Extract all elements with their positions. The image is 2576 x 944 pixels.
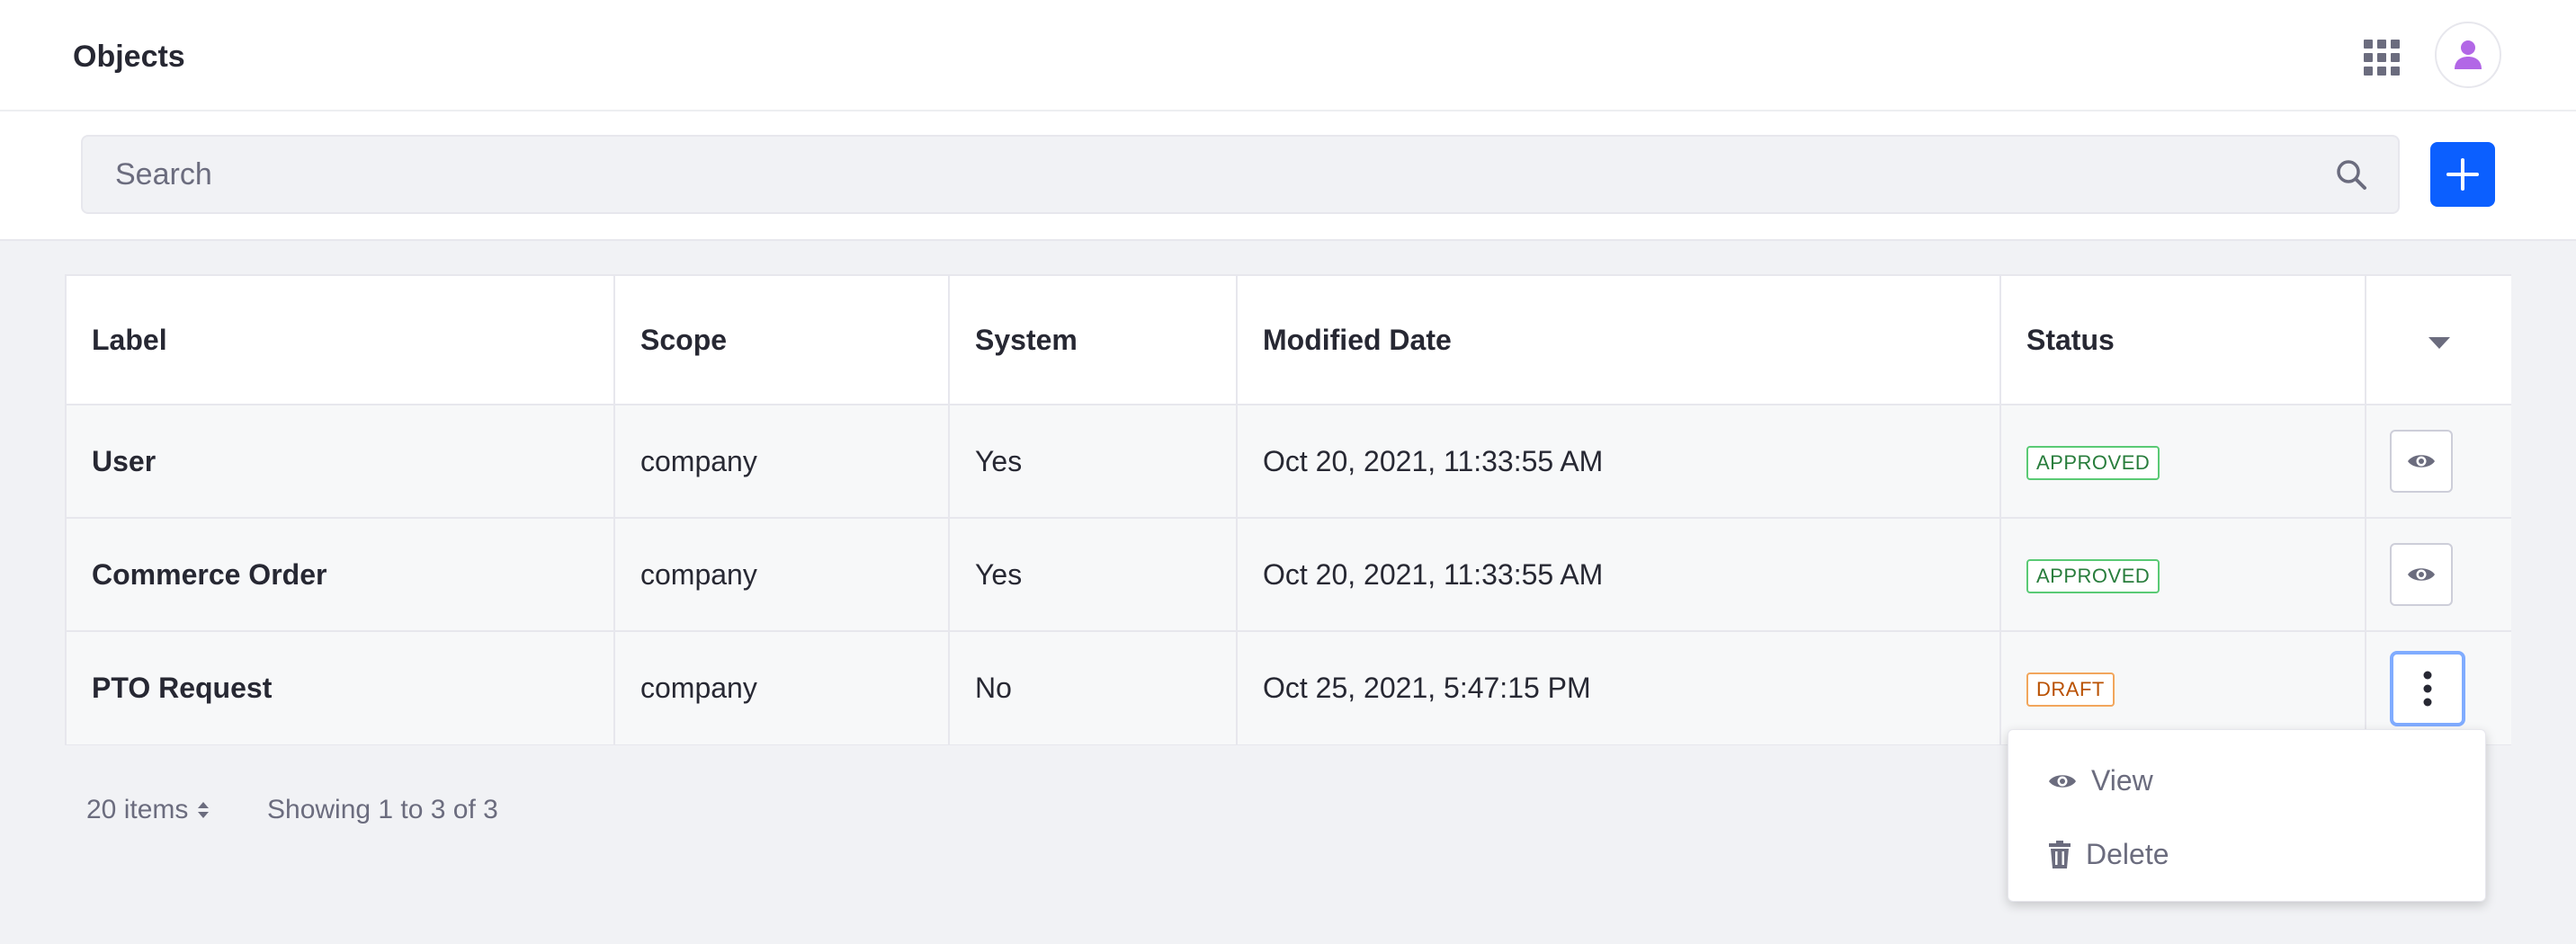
cell-system: Yes [949,405,1238,519]
table-row[interactable]: PTO Request company No Oct 25, 2021, 5:4… [67,631,2511,744]
cell-scope: company [614,405,950,519]
cell-label[interactable]: PTO Request [67,631,615,744]
cell-scope: company [614,518,950,632]
management-toolbar [0,111,2576,241]
cell-modified-date: Oct 25, 2021, 5:47:15 PM [1237,631,2001,744]
actions-dropdown-menu: View Delete [2008,729,2486,902]
menu-item-label: Delete [2086,838,2169,870]
pagination-results: Showing 1 to 3 of 3 [267,795,498,824]
items-per-page-label: 20 items [86,795,189,824]
cell-modified-date: Oct 20, 2021, 11:33:55 AM [1237,405,2001,519]
view-button[interactable] [2390,543,2453,606]
actions-menu-button[interactable] [2390,650,2465,726]
column-header-status[interactable]: Status [2000,276,2366,405]
cell-modified-date: Oct 20, 2021, 11:33:55 AM [1237,518,2001,632]
column-header-label[interactable]: Label [67,276,615,405]
cell-scope: company [614,631,950,744]
cell-label[interactable]: Commerce Order [67,518,615,632]
eye-icon [2049,774,2076,788]
eye-icon [2408,568,2435,581]
table-row[interactable]: User company Yes Oct 20, 2021, 11:33:55 … [67,405,2511,519]
column-header-scope[interactable]: Scope [614,276,950,405]
user-icon [2455,40,2482,69]
cell-system: No [949,631,1238,744]
apps-grid-icon[interactable] [2364,40,2400,76]
menu-item-delete[interactable]: Delete [2048,838,2169,871]
add-object-button[interactable] [2430,142,2495,207]
status-badge: APPROVED [2026,558,2160,593]
top-navigation-bar: Objects [0,0,2576,111]
cell-actions [2366,405,2511,519]
cell-status: APPROVED [2000,518,2366,632]
status-badge: APPROVED [2026,445,2160,480]
search-input[interactable] [81,135,2400,214]
column-options[interactable] [2366,276,2511,405]
plus-icon [2446,158,2479,191]
eye-icon [2408,455,2435,468]
user-avatar[interactable] [2435,22,2501,88]
cell-actions [2366,631,2511,744]
cell-label[interactable]: User [67,405,615,519]
cell-actions [2366,518,2511,632]
page-title: Objects [73,40,185,74]
objects-table: Label Scope System Modified Date Status … [65,274,2511,745]
items-per-page-select[interactable]: 20 items [86,795,210,825]
view-button[interactable] [2390,430,2453,493]
caret-down-icon[interactable] [2428,336,2450,350]
table-header-row: Label Scope System Modified Date Status [67,276,2511,405]
cell-status: DRAFT [2000,631,2366,744]
cell-status: APPROVED [2000,405,2366,519]
caret-double-icon [198,802,210,818]
trash-icon [2049,840,2071,868]
table-row[interactable]: Commerce Order company Yes Oct 20, 2021,… [67,518,2511,632]
search-icon[interactable] [2335,158,2367,191]
menu-item-label: View [2091,764,2153,797]
menu-item-view[interactable]: View [2048,764,2153,797]
status-badge: DRAFT [2026,672,2115,707]
column-header-system[interactable]: System [949,276,1238,405]
ellipsis-vertical-icon [2423,671,2432,706]
column-header-modified-date[interactable]: Modified Date [1237,276,2001,405]
cell-system: Yes [949,518,1238,632]
